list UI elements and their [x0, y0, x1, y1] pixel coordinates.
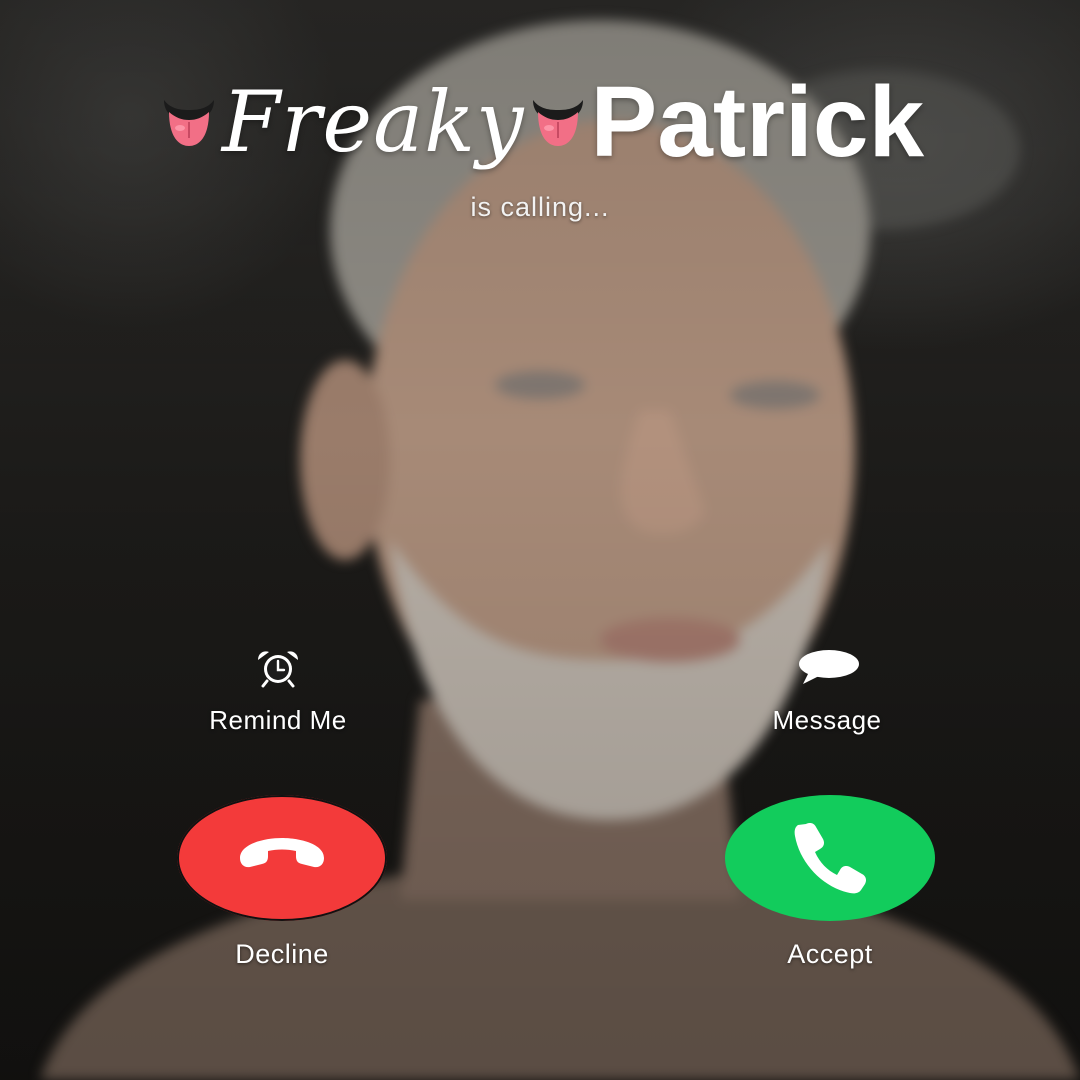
accept-action: Accept [700, 795, 960, 970]
call-status-text: is calling... [470, 192, 610, 222]
accept-label: Accept [787, 939, 873, 969]
caller-prefix-word: Freaky [221, 73, 525, 171]
decline-button[interactable] [177, 795, 387, 921]
message-label: Message [772, 705, 882, 735]
decline-action: Decline [152, 795, 412, 970]
incoming-call-screen: Freaky Patrick is calling... Remind Me M… [0, 0, 1080, 1080]
remind-me-label: Remind Me [209, 705, 347, 735]
caller-name-line: Freaky Patrick [156, 62, 924, 182]
speech-bubble-icon [697, 648, 957, 693]
alarm-clock-icon [148, 648, 408, 693]
caller-header: Freaky Patrick [0, 62, 1080, 182]
caller-name: Patrick [590, 65, 925, 178]
phone-hangup-icon [234, 834, 330, 883]
tongue-emoji-icon [160, 94, 218, 150]
accept-button[interactable] [725, 795, 935, 921]
remind-me-button[interactable]: Remind Me [148, 648, 408, 736]
phone-icon [792, 818, 868, 899]
message-button[interactable]: Message [697, 648, 957, 736]
decline-label: Decline [235, 939, 329, 969]
tongue-emoji-icon [529, 94, 587, 150]
